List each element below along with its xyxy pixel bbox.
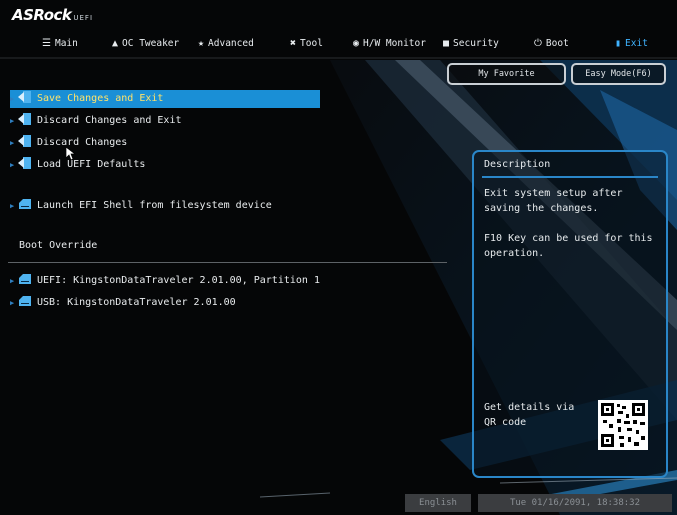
tab-boot[interactable]: ⏻ Boot	[534, 33, 569, 55]
tab-exit[interactable]: ▮ Exit	[615, 33, 648, 55]
qr-label: Get details via QR code	[484, 402, 575, 428]
item-arrow-icon: ▶	[10, 277, 15, 285]
language-label: English	[419, 498, 457, 508]
easy-mode-button[interactable]: Easy Mode(F6)	[571, 63, 666, 85]
description-title: Description	[484, 159, 551, 170]
tab-boot-label: Boot	[545, 38, 569, 49]
tab-hw-monitor-label: H/W Monitor	[363, 38, 426, 49]
my-favorite-label: My Favorite	[478, 69, 535, 79]
qr-code-icon	[598, 400, 648, 450]
menu-item-label: Launch EFI Shell from filesystem device	[37, 200, 272, 211]
menu-item-launch-efi-shell[interactable]: ▶ Launch EFI Shell from filesystem device	[10, 197, 272, 215]
drive-icon	[18, 273, 32, 285]
boot-override-header: Boot Override	[19, 240, 98, 251]
tab-security-label: Security	[453, 38, 499, 49]
power-icon: ⏻	[534, 38, 542, 49]
datetime-label: Tue 01/16/2091, 18:38:32	[509, 498, 641, 508]
rocket-icon: ▲	[112, 38, 119, 49]
monitor-icon: ◉	[353, 38, 360, 49]
uefi-screen: ASRock UEFI ☰ Main ▲ OC Tweaker ★ Advanced ✖…	[0, 0, 677, 515]
mouse-cursor-icon	[66, 147, 76, 161]
exit-icon: ▮	[615, 38, 622, 49]
datetime-display: Tue 01/16/2091, 18:38:32	[478, 494, 672, 512]
menu-item-label: Discard Changes	[37, 137, 128, 148]
item-arrow-icon: ▶	[10, 117, 15, 125]
item-arrow-icon: ▶	[10, 161, 15, 169]
exit-door-icon	[18, 157, 32, 169]
tab-advanced-label: Advanced	[208, 38, 254, 49]
tab-tool[interactable]: ✖ Tool	[290, 33, 323, 55]
exit-door-icon	[18, 91, 32, 103]
brand-name: ASRock	[12, 6, 72, 24]
menu-item-load-uefi-defaults[interactable]: ▶ Load UEFI Defaults	[10, 156, 145, 174]
section-divider	[8, 262, 447, 263]
menu-item-save-changes-and-exit[interactable]: ▶ Save Changes and Exit	[10, 90, 320, 108]
tab-security[interactable]: ■ Security	[443, 33, 499, 55]
drive-icon	[18, 198, 32, 210]
language-selector[interactable]: English	[405, 494, 471, 512]
drive-icon	[18, 295, 32, 307]
menu-item-label: Save Changes and Exit	[37, 93, 164, 104]
boot-item-uefi-kingston[interactable]: ▶ UEFI: KingstonDataTraveler 2.01.00, Par…	[10, 272, 320, 290]
menu-item-label: Load UEFI Defaults	[37, 159, 146, 170]
asrock-logo: ASRock UEFI	[12, 6, 93, 24]
tab-oc-tweaker[interactable]: ▲ OC Tweaker	[112, 33, 179, 55]
tab-tool-label: Tool	[300, 38, 323, 49]
exit-door-icon	[18, 135, 32, 147]
menu-item-label: Discard Changes and Exit	[37, 115, 182, 126]
tab-main-label: Main	[54, 38, 78, 49]
main-tab-bar: ☰ Main ▲ OC Tweaker ★ Advanced ✖ Tool ◉ H/W M…	[0, 33, 677, 55]
menu-item-discard-changes-and-exit[interactable]: ▶ Discard Changes and Exit	[10, 112, 182, 130]
description-divider	[482, 176, 658, 178]
boot-item-label: UEFI: KingstonDataTraveler 2.01.00, Part…	[37, 275, 320, 286]
tools-icon: ✖	[290, 38, 297, 49]
tab-hw-monitor[interactable]: ◉ H/W Monitor	[353, 33, 426, 55]
exit-door-icon	[18, 113, 32, 125]
tab-main[interactable]: ☰ Main	[42, 33, 78, 55]
description-panel: Description Exit system setup after savi…	[472, 150, 668, 478]
description-text: Exit system setup after saving the chang…	[484, 188, 623, 214]
boot-item-usb-kingston[interactable]: ▶ USB: KingstonDataTraveler 2.01.00	[10, 294, 236, 312]
tab-exit-label: Exit	[625, 38, 648, 49]
boot-item-label: USB: KingstonDataTraveler 2.01.00	[37, 297, 236, 308]
tab-oc-tweaker-label: OC Tweaker	[122, 38, 180, 49]
easy-mode-label: Easy Mode(F6)	[585, 69, 652, 79]
my-favorite-button[interactable]: My Favorite	[447, 63, 566, 85]
brand-suffix: UEFI	[73, 14, 94, 22]
item-arrow-icon: ▶	[10, 299, 15, 307]
description-hotkey-text: F10 Key can be used for this operation.	[484, 233, 653, 259]
shield-icon: ■	[443, 38, 450, 49]
list-icon: ☰	[42, 38, 51, 49]
tab-advanced[interactable]: ★ Advanced	[198, 33, 254, 55]
item-arrow-icon: ▶	[10, 95, 15, 103]
item-arrow-icon: ▶	[10, 202, 15, 210]
item-arrow-icon: ▶	[10, 139, 15, 147]
star-icon: ★	[198, 38, 205, 49]
